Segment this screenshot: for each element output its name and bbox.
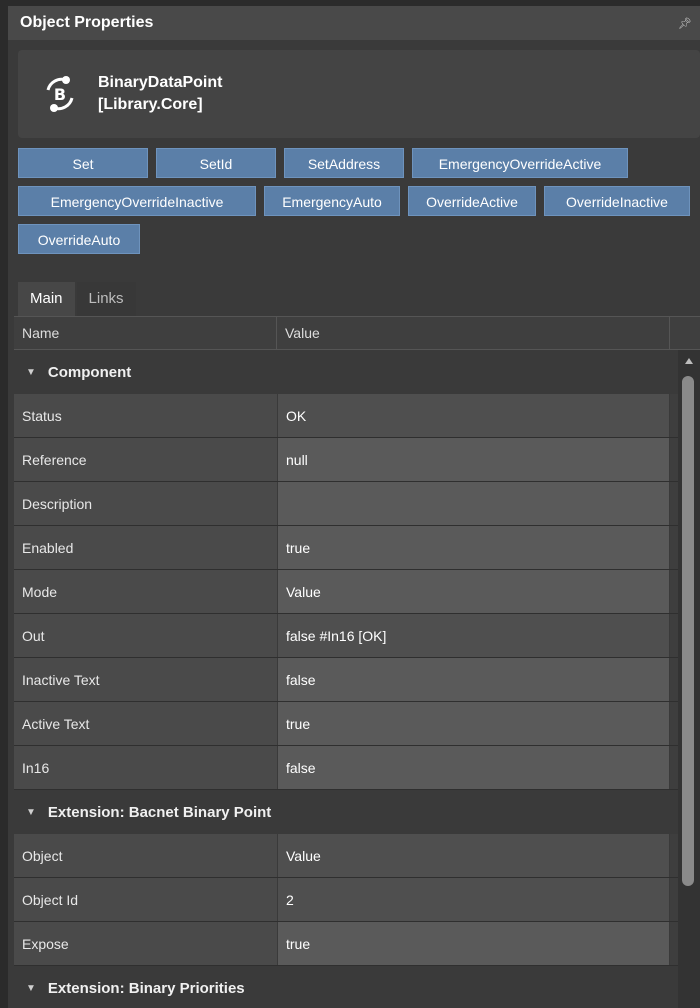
property-value: 2: [277, 878, 670, 921]
property-value[interactable]: true: [277, 526, 670, 569]
setaddress-button[interactable]: SetAddress: [284, 148, 404, 178]
table-row[interactable]: Reference null: [14, 438, 678, 482]
property-name: Object Id: [14, 878, 277, 921]
vertical-scrollbar[interactable]: [678, 350, 700, 1008]
scroll-up-arrow-icon[interactable]: [685, 358, 693, 364]
section-title: Extension: Bacnet Binary Point: [47, 803, 272, 821]
property-name: Mode: [14, 570, 277, 613]
table-row[interactable]: Status OK: [14, 394, 678, 438]
pin-icon[interactable]: 📌︎: [678, 17, 692, 30]
section-title: Extension: Binary Priorities: [47, 979, 245, 997]
property-value[interactable]: Value: [277, 570, 670, 613]
property-name: In16: [14, 746, 277, 789]
tab-main[interactable]: Main: [18, 282, 75, 316]
section-header-bacnet-binary-point[interactable]: ▼ Extension: Bacnet Binary Point: [14, 790, 678, 834]
property-rows: ▼ Component Status OK Reference null Des…: [14, 350, 678, 1008]
property-value: false #In16 [OK]: [277, 614, 670, 657]
section-header-binary-priorities[interactable]: ▼ Extension: Binary Priorities: [14, 966, 678, 1008]
table-row[interactable]: Enabled true: [14, 526, 678, 570]
panel-title: Object Properties: [20, 14, 154, 31]
emergency-override-inactive-button[interactable]: EmergencyOverrideInactive: [18, 186, 256, 216]
column-header-name[interactable]: Name: [14, 317, 277, 349]
emergency-override-active-button[interactable]: EmergencyOverrideActive: [412, 148, 628, 178]
setid-button[interactable]: SetId: [156, 148, 276, 178]
action-row: OverrideAuto: [18, 224, 698, 254]
object-library: [Library.Core]: [98, 96, 203, 113]
tab-bar: Main Links: [18, 282, 138, 316]
property-name: Active Text: [14, 702, 277, 745]
collapse-chevron-icon[interactable]: ▼: [26, 807, 36, 818]
grid-header: Name Value: [14, 316, 700, 350]
table-row[interactable]: Object Value: [14, 834, 678, 878]
table-row[interactable]: Active Text true: [14, 702, 678, 746]
property-name: Expose: [14, 922, 277, 965]
table-row[interactable]: Object Id 2: [14, 878, 678, 922]
override-inactive-button[interactable]: OverrideInactive: [544, 186, 690, 216]
property-value[interactable]: false: [277, 746, 670, 789]
property-value[interactable]: true: [277, 702, 670, 745]
property-name: Description: [14, 482, 277, 525]
object-header: B BinaryDataPoint [Library.Core]: [18, 50, 700, 138]
property-name: Status: [14, 394, 277, 437]
table-row[interactable]: Out false #In16 [OK]: [14, 614, 678, 658]
property-name: Reference: [14, 438, 277, 481]
binary-datapoint-icon: B: [36, 70, 84, 118]
table-row[interactable]: In16 false: [14, 746, 678, 790]
property-name: Object: [14, 834, 277, 877]
table-row[interactable]: Description: [14, 482, 678, 526]
svg-text:B: B: [54, 85, 66, 104]
table-row[interactable]: Mode Value: [14, 570, 678, 614]
property-value[interactable]: null: [277, 438, 670, 481]
property-value[interactable]: false: [277, 658, 670, 701]
table-row[interactable]: Inactive Text false: [14, 658, 678, 702]
property-grid: Name Value ▼ Component Status OK Referen…: [14, 316, 700, 1008]
column-header-value[interactable]: Value: [277, 317, 670, 349]
property-value: Value: [277, 834, 670, 877]
set-button[interactable]: Set: [18, 148, 148, 178]
section-header-component[interactable]: ▼ Component: [14, 350, 678, 394]
emergency-auto-button[interactable]: EmergencyAuto: [264, 186, 400, 216]
property-value[interactable]: true: [277, 922, 670, 965]
panel-titlebar: Object Properties 📌︎: [8, 6, 700, 40]
section-title: Component: [47, 363, 132, 381]
action-buttons: Set SetId SetAddress EmergencyOverrideAc…: [18, 148, 698, 262]
action-row: Set SetId SetAddress EmergencyOverrideAc…: [18, 148, 698, 178]
scrollbar-thumb[interactable]: [682, 376, 694, 886]
property-value[interactable]: [277, 482, 670, 525]
tab-links[interactable]: Links: [76, 282, 136, 316]
table-row[interactable]: Expose true: [14, 922, 678, 966]
collapse-chevron-icon[interactable]: ▼: [26, 983, 36, 994]
property-name: Inactive Text: [14, 658, 277, 701]
override-active-button[interactable]: OverrideActive: [408, 186, 536, 216]
property-name: Enabled: [14, 526, 277, 569]
object-name: BinaryDataPoint: [98, 74, 223, 91]
override-auto-button[interactable]: OverrideAuto: [18, 224, 140, 254]
property-value: OK: [277, 394, 670, 437]
property-name: Out: [14, 614, 277, 657]
action-row: EmergencyOverrideInactive EmergencyAuto …: [18, 186, 698, 216]
collapse-chevron-icon[interactable]: ▼: [26, 367, 36, 378]
